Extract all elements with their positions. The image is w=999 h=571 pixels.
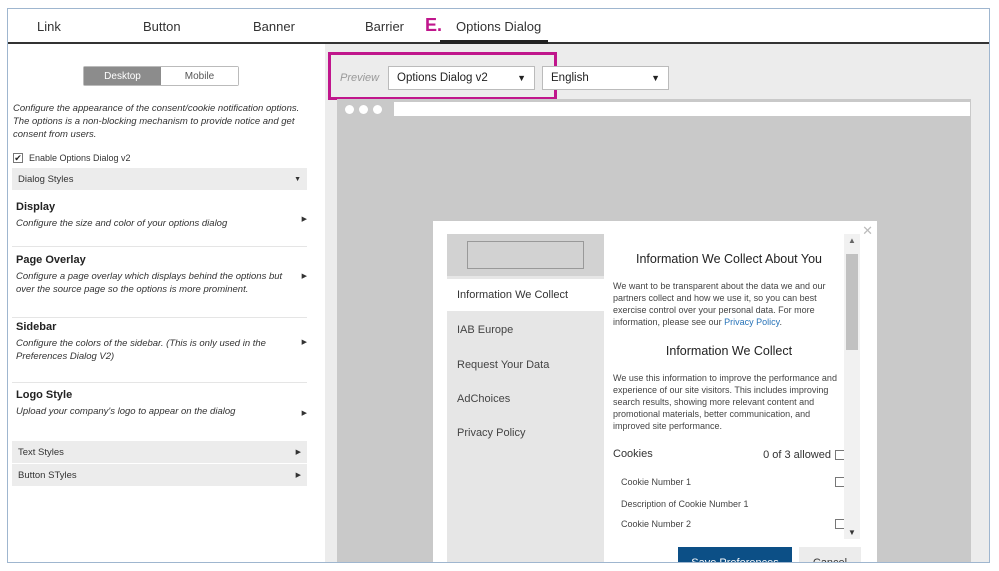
scroll-up-icon[interactable]: ▲ [848,236,856,245]
button-styles-dropdown[interactable]: Button STyles ▶ [12,464,307,486]
enable-checkbox[interactable]: ✔ [13,153,23,163]
chevron-right-icon: ▶ [301,216,307,223]
intro-text: Configure the appearance of the consent/… [13,103,300,140]
section-description: Upload your company's logo to appear on … [16,406,236,417]
cookies-label: Cookies [613,448,653,460]
section-logo-style[interactable]: Logo Style Upload your company's logo to… [12,389,307,437]
tab-options-dialog[interactable]: Options Dialog [440,9,548,44]
chevron-down-icon: ▼ [517,73,526,83]
browser-mockup: ✕ Information We Collect IAB Europe Requ… [337,99,971,562]
logo-band [447,234,604,276]
enable-options-dialog[interactable]: ✔ Enable Options Dialog v2 [13,153,131,163]
address-bar [394,102,970,116]
enable-label: Enable Options Dialog v2 [29,153,131,163]
section-description: Configure a page overlay which displays … [16,271,283,295]
cancel-button[interactable]: Cancel [799,547,861,562]
dialog-nav-item[interactable]: Information We Collect [447,279,604,311]
device-toggle: Desktop Mobile [83,66,239,86]
logo-placeholder [467,241,584,269]
text-styles-dropdown[interactable]: Text Styles ▶ [12,441,307,463]
text-styles-label: Text Styles [18,446,64,458]
chevron-down-icon: ▼ [651,73,660,83]
window-dot-icon [359,105,368,114]
dialog-content: Information We Collect About You We want… [613,234,845,539]
dialog-heading: Information We Collect About You [636,252,822,266]
cookie-item-row: Cookie Number 2 [613,516,845,538]
cookie-item-label: Cookie Number 1 [621,477,692,487]
chevron-right-icon: ▶ [295,449,301,456]
cookie-description: Description of Cookie Number 1 [621,499,749,509]
chevron-right-icon: ▶ [295,472,301,479]
chevron-down-icon: ▼ [294,175,301,183]
cookie-item-row: Cookie Number 1 [613,472,845,494]
chevron-right-icon: ▶ [301,339,307,346]
intro-text: We want to be transparent about the data… [613,281,826,327]
window-dot-icon [345,105,354,114]
dialog-version-value: Options Dialog v2 [397,72,488,84]
scrollbar-thumb[interactable] [846,254,858,350]
window-dot-icon [373,105,382,114]
tab-banner[interactable]: Banner [253,19,295,34]
dialog-subheading: Information We Collect [665,344,793,358]
section-title: Sidebar [16,321,57,333]
preview-label: Preview [340,72,380,84]
cookie-description-row: Description of Cookie Number 1 [613,494,845,516]
cookie-item-label: Cookie Number 2 [621,519,692,529]
tab-button[interactable]: Button [143,19,181,34]
section-title: Logo Style [16,389,73,401]
dialog-body-paragraph: We use this information to improve the p… [613,373,837,431]
preview-panel: Preview Options Dialog v2 ▼ English ▼ ✕ [325,44,989,562]
dialog-nav-item[interactable]: Request Your Data [447,349,604,381]
dialog-styles-label: Dialog Styles [18,173,74,185]
tab-barrier[interactable]: Barrier [365,19,404,34]
dialog-nav-item[interactable]: Privacy Policy [447,417,604,449]
cookies-allowed-count: 0 of 3 allowed [763,449,831,461]
scroll-down-icon[interactable]: ▼ [848,528,856,537]
mobile-toggle-button[interactable]: Mobile [161,67,238,85]
language-select[interactable]: English ▼ [542,66,669,90]
dialog-scrollbar[interactable]: ▲ ▼ [844,234,860,539]
button-styles-label: Button STyles [18,469,77,481]
section-description: Configure the size and color of your opt… [16,218,228,229]
save-preferences-button[interactable]: Save Preferences [678,547,792,562]
section-title: Page Overlay [16,254,86,266]
tab-link[interactable]: Link [37,19,61,34]
dialog-styles-dropdown[interactable]: Dialog Styles ▼ [12,168,307,190]
chevron-right-icon: ▶ [301,410,307,417]
dialog-intro-paragraph: We want to be transparent about the data… [613,281,826,327]
section-display[interactable]: Display Configure the size and color of … [12,201,307,247]
top-tab-bar: Link Button Banner Barrier E. Options Di… [8,9,989,44]
language-value: English [551,72,589,84]
dialog-nav-item[interactable]: IAB Europe [447,314,604,346]
privacy-policy-link[interactable]: Privacy Policy [724,317,779,327]
app-frame: Link Button Banner Barrier E. Options Di… [7,8,990,563]
dialog-version-select[interactable]: Options Dialog v2 ▼ [388,66,535,90]
dialog-sidebar: Information We Collect IAB Europe Reques… [447,234,604,562]
cookies-row: Cookies 0 of 3 allowed [613,446,845,466]
browser-toolbar [337,99,971,119]
section-title: Display [16,201,56,213]
tab-options-dialog-label: Options Dialog [456,19,542,34]
close-icon[interactable]: ✕ [862,223,873,239]
dialog-nav-item[interactable]: AdChoices [447,383,604,415]
options-dialog: ✕ Information We Collect IAB Europe Requ… [433,221,877,562]
desktop-toggle-button[interactable]: Desktop [84,67,161,85]
section-sidebar[interactable]: Sidebar Configure the colors of the side… [12,321,307,383]
section-page-overlay[interactable]: Page Overlay Configure a page overlay wh… [12,254,307,318]
dialog-footer: Save Preferences Cancel [604,539,877,562]
chevron-right-icon: ▶ [301,273,307,280]
section-description: Configure the colors of the sidebar. (Th… [16,338,266,362]
settings-panel: Desktop Mobile Configure the appearance … [8,44,325,562]
